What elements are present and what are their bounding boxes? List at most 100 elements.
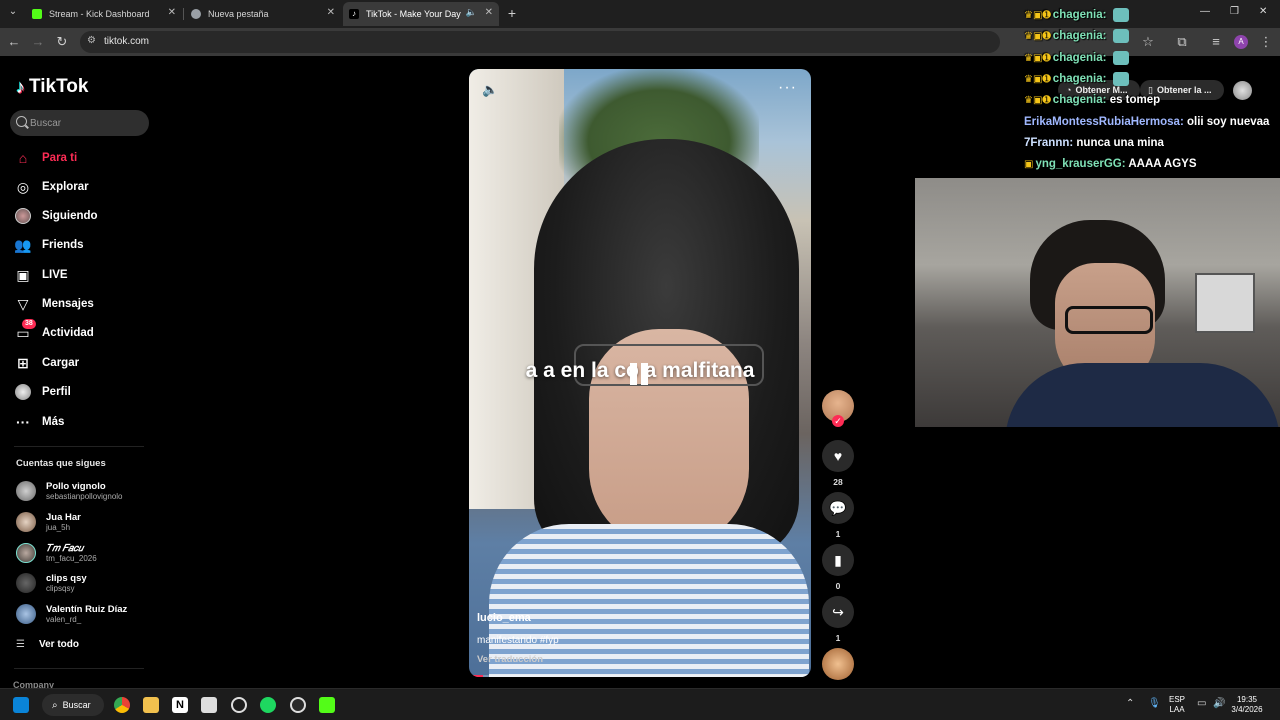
following-name: clips qsy <box>46 573 87 584</box>
nav-perfil[interactable]: Perfil <box>14 381 71 403</box>
tab-kick-dashboard[interactable]: Stream - Kick Dashboard ✕ <box>26 2 182 26</box>
nav-label: Perfil <box>42 386 71 398</box>
nav-label: Friends <box>42 239 84 251</box>
windows-taskbar: ⌕ Buscar N ⌃ 🎙 ESP LAA ▭ 🔊 19:35 3/4/2026 <box>0 688 1280 720</box>
reload-icon[interactable]: ↻ <box>54 34 70 50</box>
tiktok-sidebar: ♪ TikTok Buscar ⌂ Para ti ◎ Explorar Sig… <box>0 56 160 690</box>
video-progress-bar[interactable] <box>469 675 811 677</box>
search-placeholder: Buscar <box>30 118 62 129</box>
nav-siguiendo[interactable]: Siguiendo <box>14 205 98 227</box>
pause-icon[interactable] <box>628 361 652 387</box>
obs-icon[interactable] <box>290 697 306 713</box>
chat-emote-icon <box>1112 72 1129 86</box>
notion-icon[interactable]: N <box>172 697 188 713</box>
more-icon: ··· <box>16 414 30 430</box>
network-icon[interactable]: ▭ <box>1197 698 1206 709</box>
share-button[interactable]: ↪ <box>822 596 854 628</box>
chevron-up-icon[interactable]: ⌃ <box>1126 698 1134 709</box>
chatgpt-icon[interactable] <box>231 697 247 713</box>
following-item[interactable]: Jua Har jua_5h <box>16 509 81 535</box>
search-input[interactable]: Buscar <box>10 110 149 136</box>
following-item[interactable]: Pollo vignolo sebastianpollovignolo <box>16 478 123 504</box>
volume-icon[interactable]: 🔈 <box>482 82 498 98</box>
tab-search-icon[interactable]: ⌄ <box>5 4 21 20</box>
live-icon: ▣ <box>16 266 30 283</box>
nav-label: Explorar <box>42 181 89 193</box>
following-item[interactable]: clips qsy clipsqsy <box>16 570 87 596</box>
bookmark-icon: ▮ <box>834 551 842 568</box>
close-tab-icon[interactable]: ✕ <box>485 7 493 18</box>
nav-cargar[interactable]: ⊞ Cargar <box>14 352 79 374</box>
speaker-icon[interactable]: 🔈 <box>466 7 477 18</box>
share-icon: ↪ <box>832 603 844 620</box>
taskbar-search[interactable]: ⌕ Buscar <box>42 694 104 716</box>
nav-explorar[interactable]: ◎ Explorar <box>14 176 89 198</box>
nav-live[interactable]: ▣ LIVE <box>14 264 68 286</box>
tab-separator <box>183 8 184 20</box>
close-tab-icon[interactable]: ✕ <box>327 7 335 18</box>
kick-icon[interactable] <box>319 697 335 713</box>
following-username: valen_rd_ <box>46 615 82 624</box>
video-author[interactable]: lucio_ema <box>477 612 531 624</box>
activity-badge: 38 <box>22 319 36 329</box>
tab-tiktok[interactable]: ♪ TikTok - Make Your Day 🔈 ✕ <box>343 2 499 26</box>
nav-label: Siguiendo <box>42 210 98 222</box>
tiktok-logo[interactable]: ♪ TikTok <box>16 76 88 98</box>
tiktok-favicon-icon: ♪ <box>349 9 359 19</box>
see-all-link[interactable]: ☰ Ver todo <box>16 639 79 650</box>
tab-label: Nueva pestaña <box>208 9 269 19</box>
webcam-poster-shape <box>1195 273 1255 333</box>
tab-label: Stream - Kick Dashboard <box>49 9 150 19</box>
spotify-icon[interactable] <box>260 697 276 713</box>
like-button[interactable]: ♥ <box>822 440 854 472</box>
nav-label: Mensajes <box>42 298 94 310</box>
nav-actividad[interactable]: ▭ 38 Actividad <box>14 319 94 344</box>
microphone-icon[interactable]: 🎙 <box>1148 698 1161 709</box>
new-tab-button[interactable]: + <box>504 5 520 21</box>
save-button[interactable]: ▮ <box>822 544 854 576</box>
kick-favicon-icon <box>32 9 42 19</box>
like-count: 28 <box>833 477 843 487</box>
follow-plus-icon[interactable]: ✓ <box>832 415 844 427</box>
chat-username: chagenia: <box>1052 73 1107 86</box>
address-bar[interactable]: ⚙ tiktok.com <box>80 31 1000 53</box>
windows-start-icon[interactable] <box>13 697 29 713</box>
close-tab-icon[interactable]: ✕ <box>168 7 176 18</box>
more-options-icon[interactable]: ··· <box>778 79 797 97</box>
nav-para-ti[interactable]: ⌂ Para ti <box>14 147 77 169</box>
comment-icon: 💬 <box>829 499 847 516</box>
app-icon[interactable] <box>201 697 217 713</box>
file-explorer-icon[interactable] <box>143 697 159 713</box>
creator-avatar[interactable]: ✓ <box>822 390 854 427</box>
profile-avatar-icon <box>14 383 32 401</box>
chat-text: AAAA AGYS <box>1128 158 1197 170</box>
nav-friends[interactable]: 👥 Friends <box>14 234 84 256</box>
forward-icon[interactable]: → <box>30 34 46 50</box>
chrome-icon[interactable] <box>114 697 130 713</box>
clock[interactable]: 19:35 3/4/2026 <box>1226 695 1268 715</box>
nav-label: Para ti <box>42 152 78 164</box>
site-info-icon[interactable]: ⚙ <box>87 35 96 46</box>
following-name: Jua Har <box>46 512 81 523</box>
volume-icon[interactable]: 🔊 <box>1213 698 1225 709</box>
chat-emote-icon <box>1112 29 1129 43</box>
following-item[interactable]: 𝑇𝑚 𝐹𝑎𝑐𝑢 tm_facu_2026 <box>16 540 97 566</box>
nav-mensajes[interactable]: ▽ Mensajes <box>14 293 94 315</box>
nav-mas[interactable]: ··· Más <box>14 411 64 433</box>
chat-username: chagenia: <box>1052 30 1107 43</box>
translate-link[interactable]: Ver traducción <box>477 654 543 665</box>
tiktok-note-icon: ♪ <box>16 76 25 97</box>
back-icon[interactable]: ← <box>6 34 22 50</box>
video-player[interactable]: 🔈 ··· a a en la co a malfitana lucio_ema… <box>469 69 811 677</box>
lang-bottom: LAA <box>1169 705 1185 714</box>
music-disc-icon[interactable] <box>822 648 854 680</box>
tab-new-tab[interactable]: Nueva pestaña ✕ <box>185 2 341 26</box>
nav-label: LIVE <box>42 269 68 281</box>
following-item[interactable]: Valentín Ruiz Díaz valen_rd_ <box>16 601 127 627</box>
chat-badges-icon: ♛▣➊ <box>1024 10 1051 22</box>
language-indicator[interactable]: ESP LAA <box>1166 695 1188 715</box>
avatar <box>16 512 36 532</box>
chat-badges-icon: ♛▣➊ <box>1024 31 1051 43</box>
comment-button[interactable]: 💬 <box>822 492 854 524</box>
chat-badges-icon: ▣ <box>1024 159 1034 170</box>
